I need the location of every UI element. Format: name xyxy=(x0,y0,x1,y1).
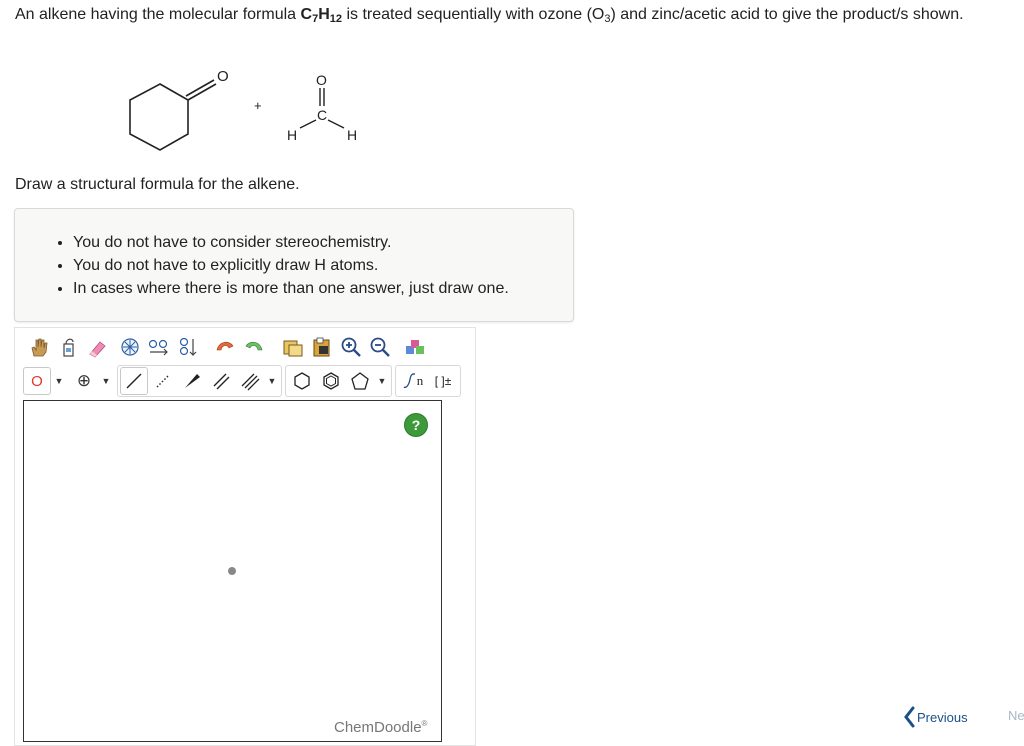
previous-label: Previous xyxy=(917,709,968,725)
chemdoodle-editor: O ▼ ⊕ ▼ ▼ ▼ n []± ? ChemDoodle® xyxy=(14,327,476,746)
hint-list: You do not have to consider stereochemis… xyxy=(15,231,573,300)
aldehyde-oxygen-label: O xyxy=(316,72,327,88)
redo-icon[interactable] xyxy=(240,333,268,361)
center-icon[interactable] xyxy=(116,333,144,361)
toolbar-row-1 xyxy=(25,330,430,364)
zoom-in-icon[interactable] xyxy=(337,333,365,361)
bracket-label: [ ]± xyxy=(434,374,452,388)
plus-sign: + xyxy=(254,98,262,113)
instruction-text: Draw a structural formula for the alkene… xyxy=(15,176,300,193)
charge-tool-button[interactable]: ⊕ xyxy=(70,367,98,395)
chevron-down-icon[interactable]: ▼ xyxy=(375,367,389,395)
triple-bond-icon[interactable] xyxy=(236,367,264,395)
chevron-down-icon[interactable]: ▼ xyxy=(99,367,113,395)
repeat-unit-icon[interactable]: n xyxy=(398,367,428,395)
question-text: An alkene having the molecular formula C… xyxy=(15,2,1020,28)
hint-item: You do not have to explicitly draw H ato… xyxy=(73,254,573,277)
chevron-down-icon[interactable]: ▼ xyxy=(265,367,279,395)
drawing-canvas[interactable]: ? ChemDoodle® xyxy=(23,400,442,742)
hint-item: You do not have to consider stereochemis… xyxy=(73,231,573,254)
repeat-unit-label: n xyxy=(416,373,424,388)
ketone-oxygen-label: O xyxy=(217,68,229,85)
templates-icon[interactable] xyxy=(308,333,336,361)
zoom-out-icon[interactable] xyxy=(366,333,394,361)
molecular-formula: C7H12 xyxy=(300,6,343,25)
cyclopentane-icon[interactable] xyxy=(346,367,374,395)
toolbar-row-2: O ▼ ⊕ ▼ ▼ ▼ n []± xyxy=(23,364,464,398)
lasso-icon[interactable] xyxy=(54,333,82,361)
bond-tools-group: ▼ xyxy=(117,365,282,397)
ring-tools-group: ▼ xyxy=(285,365,392,397)
eraser-icon[interactable] xyxy=(83,333,111,361)
hint-box: You do not have to consider stereochemis… xyxy=(14,208,574,322)
hand-icon[interactable] xyxy=(25,333,53,361)
question-text-start: An alkene having the molecular formula xyxy=(15,6,301,23)
chevron-left-icon xyxy=(904,706,915,728)
cyclohexane-icon[interactable] xyxy=(288,367,316,395)
bracket-charge-button[interactable]: [ ]± xyxy=(429,367,457,395)
cleanup-icon[interactable] xyxy=(279,333,307,361)
double-bond-icon[interactable] xyxy=(207,367,235,395)
question-text-end: ) and zinc/acetic acid to give the produ… xyxy=(610,6,964,23)
flip-vertical-icon[interactable] xyxy=(174,333,202,361)
charge-label: ⊕ xyxy=(76,371,92,390)
previous-button[interactable]: Previous xyxy=(903,706,968,728)
cyclohexanone-structure xyxy=(129,79,217,151)
aldehyde-carbon-label: C xyxy=(317,107,327,123)
structure-check-icon[interactable] xyxy=(401,333,429,361)
hint-item: In cases where there is more than one an… xyxy=(73,277,573,300)
wedge-bond-icon[interactable] xyxy=(178,367,206,395)
chemdoodle-logo: ChemDoodle® xyxy=(334,719,428,736)
benzene-icon[interactable] xyxy=(317,367,345,395)
undo-icon[interactable] xyxy=(211,333,239,361)
next-button[interactable]: Ne xyxy=(1008,708,1024,723)
atom-tool-button[interactable]: O xyxy=(23,367,51,395)
chevron-down-icon[interactable]: ▼ xyxy=(52,367,66,395)
sgroup-tools-group: n [ ]± xyxy=(395,365,461,397)
flip-horizontal-icon[interactable] xyxy=(145,333,173,361)
help-button[interactable]: ? xyxy=(404,413,428,437)
reaction-products: O + O C H H xyxy=(129,68,357,151)
single-bond-icon[interactable] xyxy=(120,367,148,395)
question-text-middle: is treated sequentially with ozone (O xyxy=(342,6,605,23)
canvas-center-dot xyxy=(228,567,236,575)
dashed-bond-icon[interactable] xyxy=(149,367,177,395)
aldehyde-h-right-label: H xyxy=(347,127,357,143)
aldehyde-h-left-label: H xyxy=(287,127,297,143)
atom-oxygen-label: O xyxy=(31,372,43,390)
